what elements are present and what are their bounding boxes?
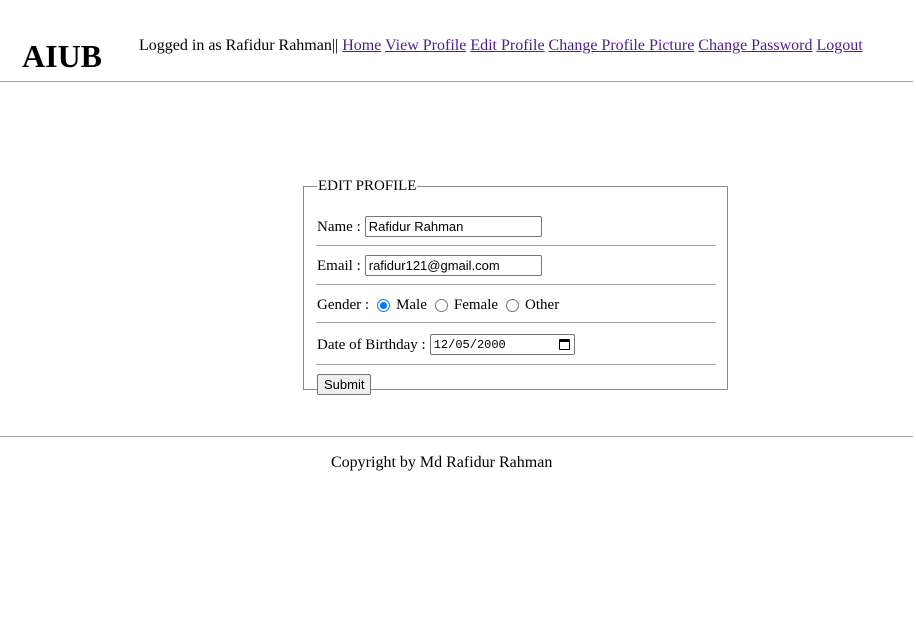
calendar-icon[interactable] [558, 339, 570, 350]
gender-male-label: Male [396, 297, 427, 313]
email-input[interactable] [364, 255, 542, 276]
gender-male-radio[interactable] [377, 298, 391, 312]
form-divider [316, 284, 716, 285]
dob-row: Date of Birthday : 12/05/2000 [317, 334, 575, 355]
gender-other-label: Other [525, 297, 560, 313]
gender-label: Gender : [317, 297, 370, 313]
email-row: Email : [317, 255, 542, 276]
gender-female-label: Female [453, 297, 499, 313]
nav-home-link[interactable]: Home [342, 37, 381, 54]
site-brand: AIUB [22, 38, 103, 74]
header-divider [0, 81, 913, 82]
email-label: Email : [317, 257, 361, 274]
nav-change-password-link[interactable]: Change Password [698, 37, 812, 54]
dob-label: Date of Birthday : [317, 336, 426, 353]
page: AIUB Logged in as Rafidur Rahman|| Home … [0, 0, 916, 619]
name-input[interactable] [364, 216, 542, 237]
dob-value: 12/05/2000 [433, 337, 506, 352]
submit-button[interactable]: Submit [317, 374, 372, 395]
footer-copyright: Copyright by Md Rafidur Rahman [331, 454, 553, 471]
nav-logout-link[interactable]: Logout [817, 37, 863, 54]
footer-divider [0, 436, 913, 437]
submit-row: Submit [317, 374, 372, 395]
form-divider [316, 322, 716, 323]
gender-row: Gender : Male Female Other [317, 295, 559, 315]
gender-other-radio[interactable] [506, 298, 520, 312]
form-legend: EDIT PROFILE [318, 178, 417, 194]
form-divider [316, 245, 716, 246]
nav-change-profile-picture-link[interactable]: Change Profile Picture [549, 37, 695, 54]
edit-profile-form: EDIT PROFILE Name : Email : Gender : Mal… [303, 178, 728, 395]
gender-female-radio[interactable] [434, 298, 448, 312]
nav-edit-profile-link[interactable]: Edit Profile [470, 37, 544, 54]
name-label: Name : [317, 218, 361, 235]
logged-in-text: Logged in as Rafidur Rahman|| [139, 37, 339, 54]
top-nav: Logged in as Rafidur Rahman|| Home View … [139, 36, 863, 56]
form-divider [316, 364, 716, 365]
dob-date-input[interactable]: 12/05/2000 [429, 334, 575, 355]
nav-view-profile-link[interactable]: View Profile [385, 37, 466, 54]
name-row: Name : [317, 216, 542, 237]
